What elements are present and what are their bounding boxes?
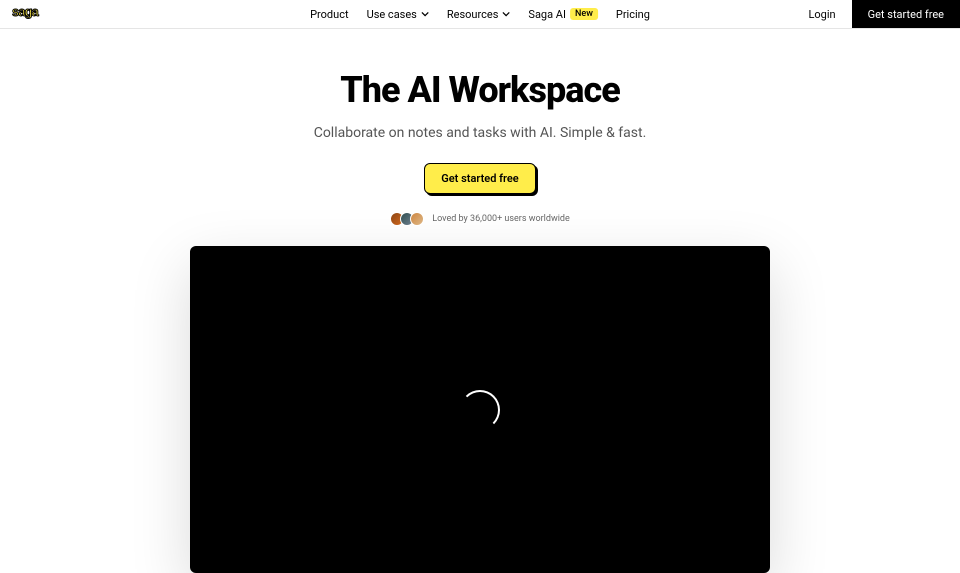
nav-saga-ai[interactable]: Saga AI New [528, 8, 597, 21]
nav-pricing[interactable]: Pricing [616, 8, 650, 21]
page-title: The AI Workspace [0, 69, 960, 111]
nav-use-cases[interactable]: Use cases [367, 8, 429, 21]
nav-center: Product Use cases Resources Saga AI New … [310, 8, 650, 21]
nav-label: Saga AI [528, 8, 566, 21]
nav-label: Product [310, 8, 348, 21]
loading-spinner-icon [460, 390, 500, 430]
nav-resources[interactable]: Resources [447, 8, 511, 21]
social-proof: Loved by 36,000+ users worldwide [0, 212, 960, 226]
new-badge: New [570, 8, 598, 20]
social-proof-text: Loved by 36,000+ users worldwide [432, 214, 570, 224]
video-player[interactable] [190, 246, 770, 573]
hero-section: The AI Workspace Collaborate on notes an… [0, 29, 960, 226]
get-started-button-hero[interactable]: Get started free [424, 163, 535, 194]
login-link[interactable]: Login [792, 8, 851, 21]
nav-right: Login Get started free [792, 0, 960, 28]
chevron-down-icon [502, 10, 510, 18]
nav-product[interactable]: Product [310, 8, 348, 21]
chevron-down-icon [421, 10, 429, 18]
nav-label: Pricing [616, 8, 650, 21]
nav-label: Resources [447, 8, 499, 21]
header: saga Product Use cases Resources Saga AI… [0, 0, 960, 29]
get-started-button-header[interactable]: Get started free [852, 0, 960, 28]
svg-text:saga: saga [12, 4, 40, 19]
logo[interactable]: saga [12, 4, 60, 25]
nav-label: Use cases [367, 8, 417, 21]
avatar-group [390, 212, 424, 226]
page-subtitle: Collaborate on notes and tasks with AI. … [0, 125, 960, 141]
avatar [410, 212, 424, 226]
